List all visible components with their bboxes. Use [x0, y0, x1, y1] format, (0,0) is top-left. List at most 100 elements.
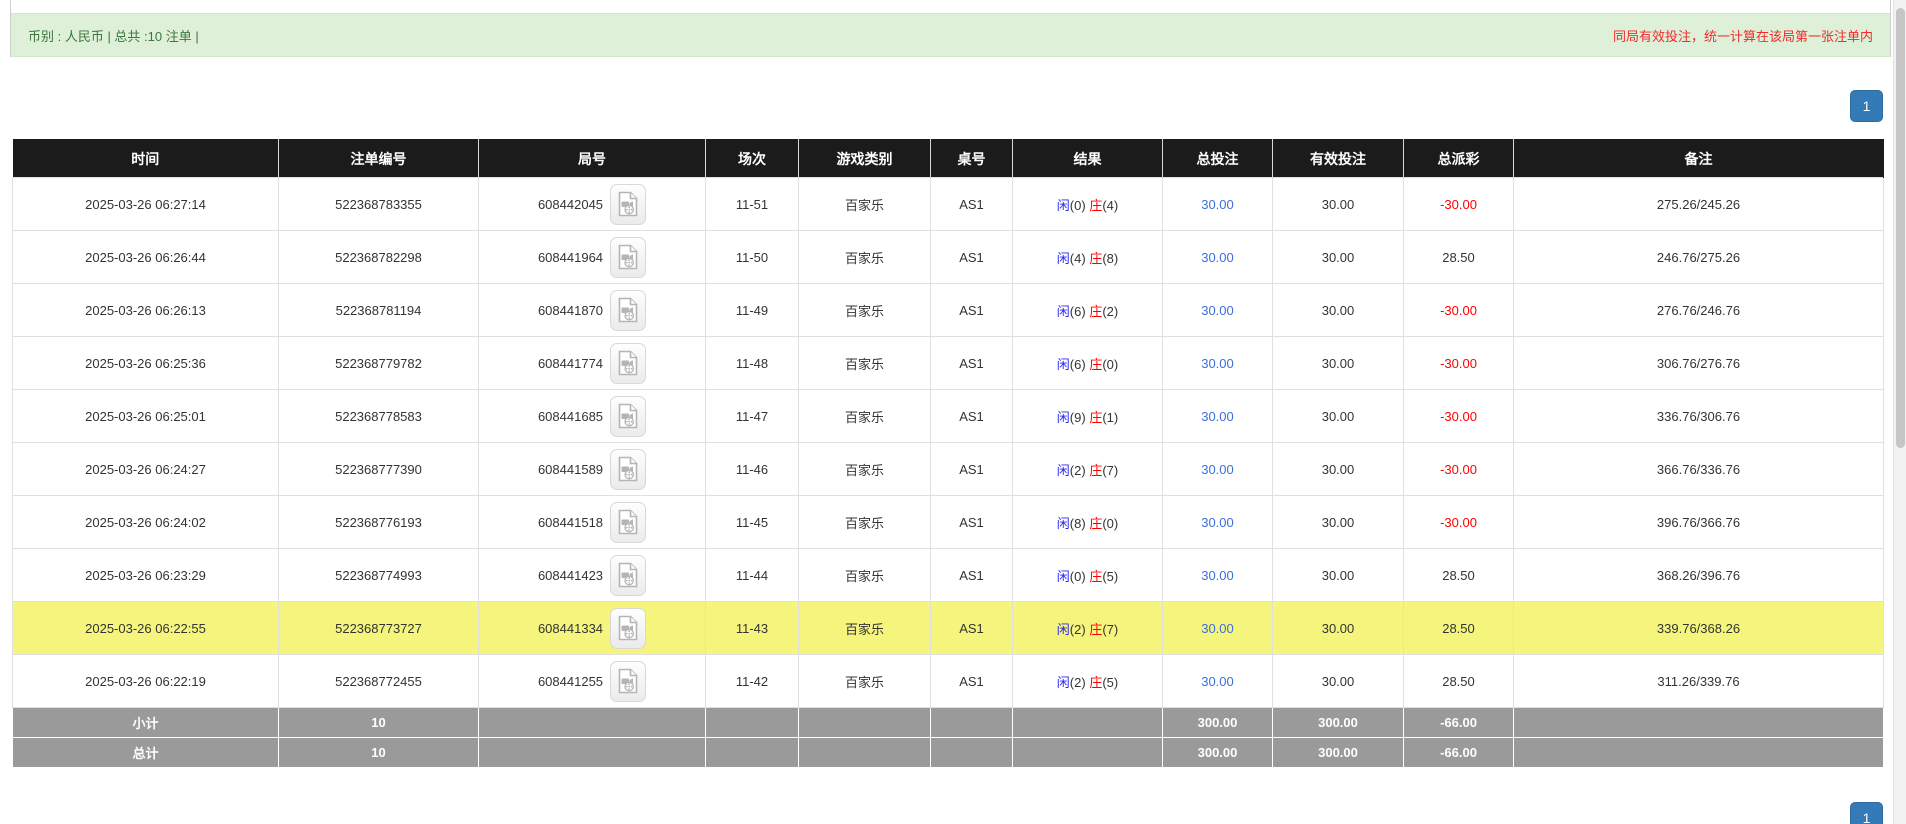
cell-payout: -30.00: [1404, 337, 1514, 390]
subtotal-total-bet: 300.00: [1163, 708, 1273, 738]
video-replay-icon: [617, 403, 639, 429]
cell-game-type: 百家乐: [799, 178, 931, 231]
banker-score: (2): [1102, 304, 1118, 319]
table-row: 2025-03-26 06:24:02 522368776193 6084415…: [13, 496, 1884, 549]
banker-label: 庄: [1089, 251, 1102, 266]
video-replay-button[interactable]: [610, 449, 646, 490]
total-bet-link[interactable]: 30.00: [1201, 621, 1234, 636]
col-valid-bet: 有效投注: [1273, 140, 1404, 178]
cell-bet-id: 522368783355: [279, 178, 479, 231]
total-bet-link[interactable]: 30.00: [1201, 462, 1234, 477]
cell-bet-id: 522368777390: [279, 443, 479, 496]
cell-remark: 306.76/276.76: [1514, 337, 1884, 390]
cell-time: 2025-03-26 06:22:55: [13, 602, 279, 655]
total-bet-link[interactable]: 30.00: [1201, 250, 1234, 265]
banker-score: (0): [1102, 357, 1118, 372]
table-row: 2025-03-26 06:22:19 522368772455 6084412…: [13, 655, 1884, 708]
col-total-bet: 总投注: [1163, 140, 1273, 178]
total-bet-link[interactable]: 30.00: [1201, 303, 1234, 318]
cell-valid-bet: 30.00: [1273, 231, 1404, 284]
total-bet-link[interactable]: 30.00: [1201, 568, 1234, 583]
vertical-scrollbar[interactable]: [1893, 0, 1906, 824]
scrollbar-thumb[interactable]: [1896, 8, 1905, 448]
banker-score: (7): [1102, 463, 1118, 478]
video-replay-icon: [617, 297, 639, 323]
cell-payout: -30.00: [1404, 443, 1514, 496]
cell-valid-bet: 30.00: [1273, 496, 1404, 549]
cell-total-bet: 30.00: [1163, 549, 1273, 602]
col-session: 场次: [706, 140, 799, 178]
col-table-no: 桌号: [931, 140, 1013, 178]
cell-payout: 28.50: [1404, 602, 1514, 655]
video-replay-button[interactable]: [610, 184, 646, 225]
banker-label: 庄: [1089, 304, 1102, 319]
video-replay-button[interactable]: [610, 555, 646, 596]
col-game-type: 游戏类别: [799, 140, 931, 178]
cell-payout: -30.00: [1404, 284, 1514, 337]
banker-score: (0): [1102, 516, 1118, 531]
total-bet-link[interactable]: 30.00: [1201, 356, 1234, 371]
player-score: (2): [1070, 463, 1086, 478]
player-score: (6): [1070, 357, 1086, 372]
cell-total-bet: 30.00: [1163, 178, 1273, 231]
cell-round-id: 608441964: [479, 231, 706, 284]
bet-records-table: 时间 注单编号 局号 场次 游戏类别 桌号 结果 总投注 有效投注 总派彩 备注…: [12, 139, 1884, 768]
page-1-button-bottom[interactable]: 1: [1850, 802, 1883, 824]
page-1-button[interactable]: 1: [1850, 90, 1883, 122]
cell-round-id: 608441255: [479, 655, 706, 708]
table-row: 2025-03-26 06:25:01 522368778583 6084416…: [13, 390, 1884, 443]
cell-table-no: AS1: [931, 390, 1013, 443]
table-body: 2025-03-26 06:27:14 522368783355 6084420…: [13, 178, 1884, 708]
player-label: 闲: [1057, 304, 1070, 319]
cell-valid-bet: 30.00: [1273, 602, 1404, 655]
video-replay-button[interactable]: [610, 343, 646, 384]
cell-table-no: AS1: [931, 549, 1013, 602]
player-score: (4): [1070, 251, 1086, 266]
total-bet-link[interactable]: 30.00: [1201, 515, 1234, 530]
total-bet-link[interactable]: 30.00: [1201, 674, 1234, 689]
banker-label: 庄: [1089, 198, 1102, 213]
video-replay-icon: [617, 562, 639, 588]
total-bet-link[interactable]: 30.00: [1201, 197, 1234, 212]
total-payout: -66.00: [1404, 738, 1514, 768]
cell-table-no: AS1: [931, 655, 1013, 708]
cell-table-no: AS1: [931, 231, 1013, 284]
cell-round-id: 608441685: [479, 390, 706, 443]
banker-score: (1): [1102, 410, 1118, 425]
cell-table-no: AS1: [931, 178, 1013, 231]
total-count: 10: [279, 738, 479, 768]
col-payout: 总派彩: [1404, 140, 1514, 178]
cell-remark: 366.76/336.76: [1514, 443, 1884, 496]
cell-session: 11-46: [706, 443, 799, 496]
total-label: 总计: [13, 738, 279, 768]
table-row: 2025-03-26 06:24:27 522368777390 6084415…: [13, 443, 1884, 496]
player-label: 闲: [1057, 198, 1070, 213]
video-replay-button[interactable]: [610, 290, 646, 331]
cell-game-type: 百家乐: [799, 443, 931, 496]
cell-valid-bet: 30.00: [1273, 655, 1404, 708]
cell-bet-id: 522368776193: [279, 496, 479, 549]
cell-table-no: AS1: [931, 602, 1013, 655]
cell-time: 2025-03-26 06:25:01: [13, 390, 279, 443]
video-replay-button[interactable]: [610, 608, 646, 649]
cell-result: 闲(2) 庄(7): [1013, 602, 1163, 655]
total-bet-link[interactable]: 30.00: [1201, 409, 1234, 424]
banker-label: 庄: [1089, 410, 1102, 425]
table-row: 2025-03-26 06:26:13 522368781194 6084418…: [13, 284, 1884, 337]
cell-bet-id: 522368782298: [279, 231, 479, 284]
cell-payout: -30.00: [1404, 496, 1514, 549]
banker-label: 庄: [1089, 516, 1102, 531]
subtotal-count: 10: [279, 708, 479, 738]
cell-game-type: 百家乐: [799, 231, 931, 284]
cell-result: 闲(0) 庄(4): [1013, 178, 1163, 231]
video-replay-button[interactable]: [610, 396, 646, 437]
video-replay-button[interactable]: [610, 237, 646, 278]
video-replay-button[interactable]: [610, 502, 646, 543]
cell-session: 11-51: [706, 178, 799, 231]
cell-round-id: 608441774: [479, 337, 706, 390]
cell-total-bet: 30.00: [1163, 231, 1273, 284]
pagination-bottom: 1: [0, 802, 1906, 824]
summary-alert-bar: 币别 : 人民币 | 总共 :10 注单 | 同局有效投注，统一计算在该局第一张…: [11, 13, 1890, 57]
cell-valid-bet: 30.00: [1273, 443, 1404, 496]
video-replay-button[interactable]: [610, 661, 646, 702]
